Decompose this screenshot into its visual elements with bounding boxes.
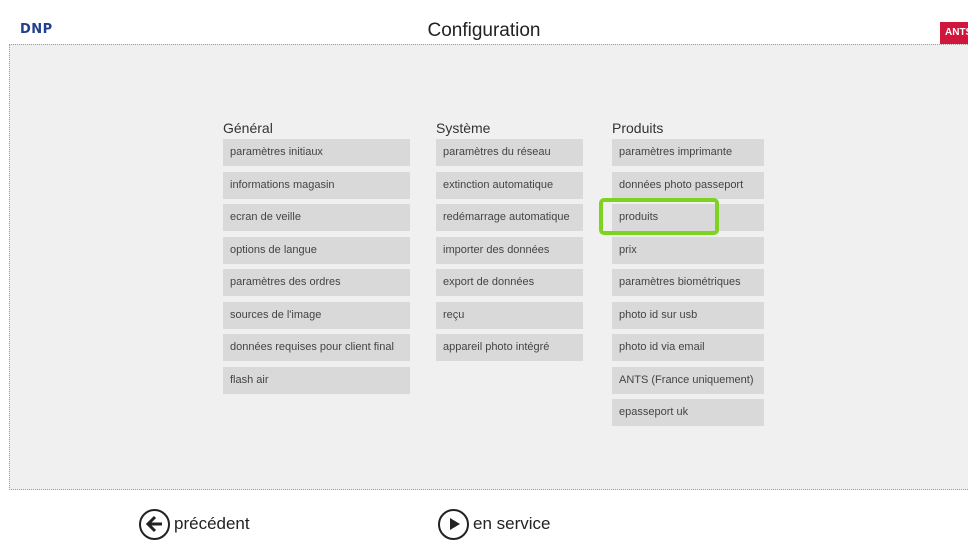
produits-heading: Produits (612, 120, 664, 136)
ants-badge: ANTS (940, 22, 968, 44)
menu-item-informations-magasin[interactable]: informations magasin (223, 171, 410, 199)
en-service-button[interactable]: en service (438, 507, 550, 541)
menu-item-importer-des-donnees[interactable]: importer des données (436, 236, 583, 264)
menu-item-recu[interactable]: reçu (436, 301, 583, 329)
menu-item-redemarrage-automatique[interactable]: redémarrage automatique (436, 204, 583, 231)
precedent-button[interactable]: précédent (139, 507, 250, 541)
menu-item-parametres-des-ordres[interactable]: paramètres des ordres (223, 269, 410, 296)
menu-item-parametres-initiaux[interactable]: paramètres initiaux (223, 139, 410, 166)
menu-item-ants[interactable]: ANTS (France uniquement) (612, 366, 764, 394)
page-title: Configuration (427, 20, 541, 41)
menu-item-photo-id-via-email[interactable]: photo id via email (612, 334, 764, 361)
menu-item-epasseport-uk[interactable]: epasseport uk (612, 399, 764, 426)
top-bar: DNP Configuration ANTS (0, 0, 968, 44)
menu-item-sources-de-limage[interactable]: sources de l'image (223, 301, 410, 329)
menu-item-photo-id-sur-usb[interactable]: photo id sur usb (612, 301, 764, 329)
menu-item-donnees-requises[interactable]: données requises pour client final (223, 334, 410, 361)
menu-item-ecran-de-veille[interactable]: ecran de veille (223, 204, 410, 231)
menu-item-parametres-imprimante[interactable]: paramètres imprimante (612, 139, 764, 166)
menu-item-options-de-langue[interactable]: options de langue (223, 236, 410, 264)
menu-item-parametres-du-reseau[interactable]: paramètres du réseau (436, 139, 583, 166)
general-column: Général paramètres initiaux informations… (223, 118, 410, 399)
systeme-column: Système paramètres du réseau extinction … (436, 118, 583, 367)
produits-column: Produits paramètres imprimante données p… (612, 118, 764, 432)
arrow-left-icon (139, 508, 170, 540)
menu-item-flash-air[interactable]: flash air (223, 366, 410, 394)
menu-item-extinction-automatique[interactable]: extinction automatique (436, 171, 583, 199)
menu-item-appareil-photo-integre[interactable]: appareil photo intégré (436, 334, 583, 361)
menu-item-parametres-biometriques[interactable]: paramètres biométriques (612, 269, 764, 296)
menu-item-prix[interactable]: prix (612, 236, 764, 264)
menu-item-donnees-photo-passeport[interactable]: données photo passeport (612, 171, 764, 199)
systeme-heading: Système (436, 120, 491, 136)
precedent-label: précédent (174, 514, 250, 533)
menu-item-produits[interactable]: produits (612, 204, 764, 231)
general-heading: Général (223, 120, 273, 136)
menu-item-export-de-donnees[interactable]: export de données (436, 269, 583, 296)
en-service-label: en service (473, 514, 551, 533)
play-icon (438, 508, 469, 540)
